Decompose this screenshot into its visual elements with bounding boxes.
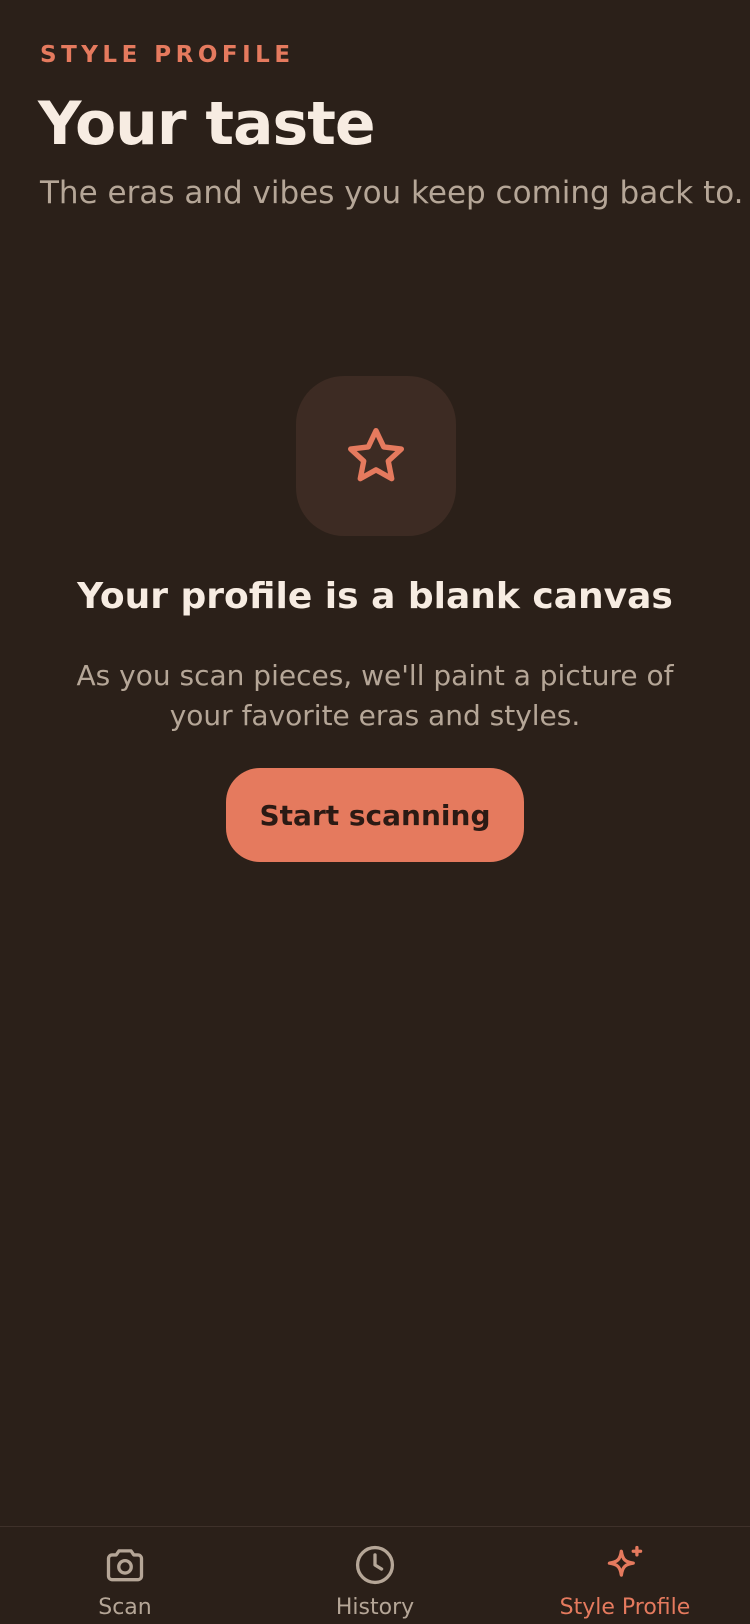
tab-style-profile[interactable]: Style Profile	[500, 1527, 750, 1624]
page-subtitle: The eras and vibes you keep coming back …	[40, 175, 744, 211]
tab-history[interactable]: History	[250, 1527, 500, 1624]
style-profile-screen: STYLE PROFILE Your taste The eras and vi…	[0, 0, 750, 1624]
tab-scan-label: Scan	[98, 1595, 152, 1620]
empty-state-description: As you scan pieces, we'll paint a pictur…	[76, 659, 674, 732]
sparkles-icon	[607, 1545, 643, 1577]
clock-icon	[355, 1545, 395, 1585]
tab-style-profile-label: Style Profile	[559, 1595, 691, 1620]
empty-state-title: Your profile is a blank canvas	[77, 576, 673, 617]
star-icon	[348, 428, 404, 482]
start-scanning-button[interactable]: Start scanning	[226, 768, 524, 862]
page-title: Your taste	[38, 89, 376, 159]
empty-state-icon-tile	[296, 376, 456, 536]
tab-scan[interactable]: Scan	[0, 1527, 250, 1624]
bottom-tab-bar: Scan History Style Profile	[0, 1526, 750, 1624]
camera-icon	[106, 1549, 144, 1582]
tab-history-label: History	[335, 1595, 415, 1620]
section-eyebrow: STYLE PROFILE	[40, 42, 295, 68]
